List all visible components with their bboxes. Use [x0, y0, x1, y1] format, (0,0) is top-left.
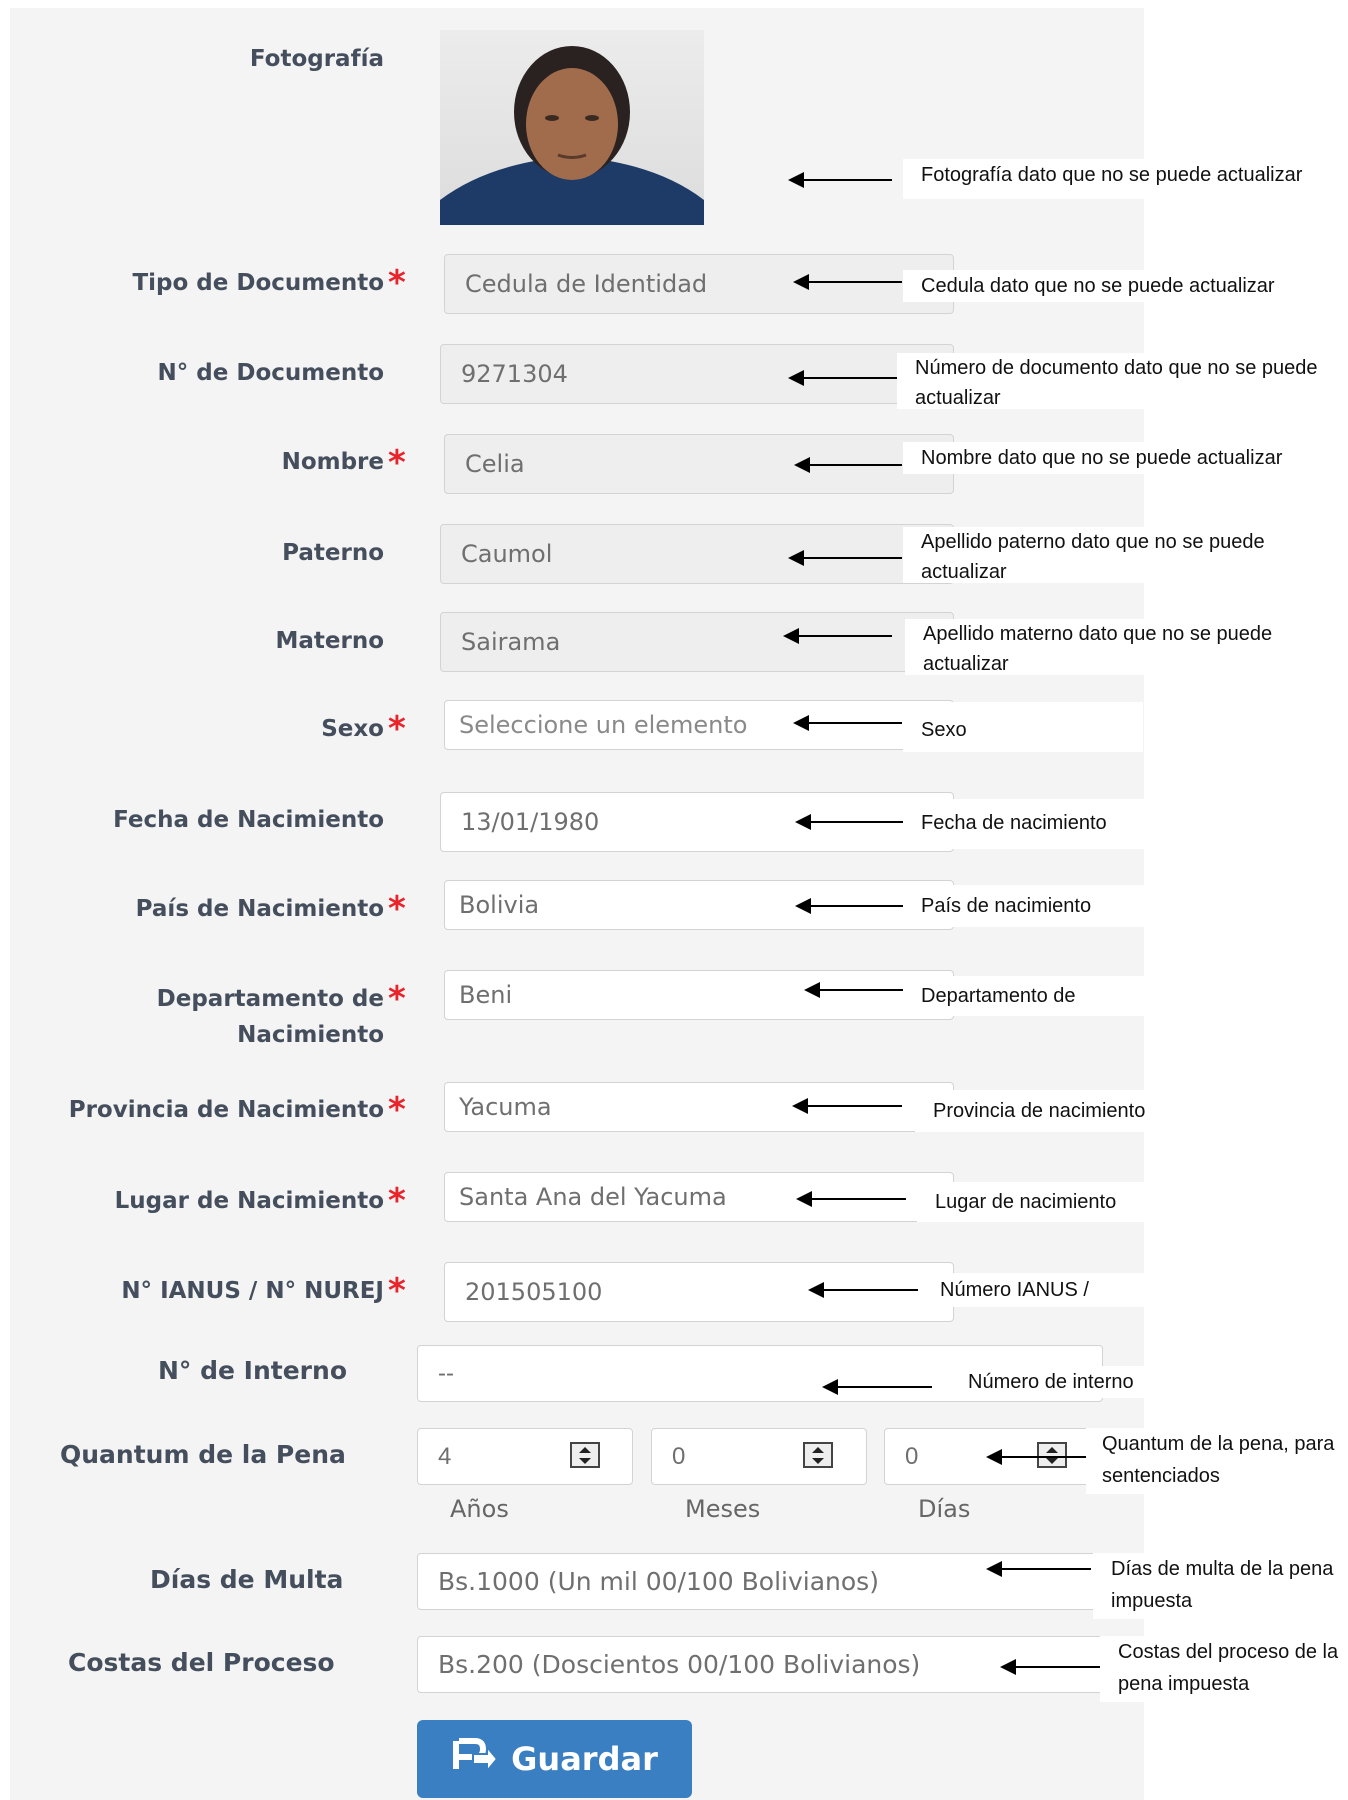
note-dias-multa: Días de multa de la pena impuesta [1093, 1553, 1348, 1619]
save-icon [451, 1738, 499, 1780]
note-lugar-nacimiento: Lugar de nacimiento [917, 1182, 1147, 1222]
required-marker: * [388, 979, 406, 1019]
note-nombre: Nombre dato que no se puede actualizar [903, 442, 1348, 474]
paterno-field: Caumol [440, 524, 954, 584]
label-pais-nacimiento: País de Nacimiento [135, 896, 384, 922]
note-ianus-nurej: Número IANUS / NUREJ [922, 1273, 1146, 1307]
label-sexo: Sexo [321, 716, 384, 742]
months-unit-label: Meses [685, 1495, 761, 1523]
arrow-icon [822, 1379, 932, 1395]
note-provincia-nacimiento: Provincia de nacimiento [915, 1090, 1148, 1132]
note-costas: Costas del proceso de la pena impuesta [1100, 1636, 1348, 1702]
label-nombre: Nombre [281, 449, 384, 475]
label-materno: Materno [275, 628, 384, 654]
label-dias-multa: Días de Multa [150, 1565, 344, 1594]
guardar-button[interactable]: Guardar [417, 1720, 692, 1798]
arrow-icon [788, 172, 892, 188]
arrow-icon [788, 550, 902, 566]
arrow-icon [1000, 1659, 1105, 1675]
label-departamento-nacimiento: Departamento de [156, 986, 384, 1012]
arrow-icon [794, 457, 902, 473]
note-num-documento: Número de documento dato que no se puede… [897, 353, 1348, 409]
label-departamento-nacimiento-2: Nacimiento [237, 1022, 384, 1048]
required-marker: * [388, 1271, 406, 1311]
label-num-documento: N° de Documento [157, 360, 384, 386]
days-unit-label: Días [918, 1495, 971, 1523]
quantum-months-input[interactable]: 0 [651, 1428, 867, 1485]
required-marker: * [388, 709, 406, 749]
note-num-interno: Número de interno [950, 1366, 1150, 1398]
provincia-nacimiento-select[interactable]: Yacuma [444, 1082, 954, 1132]
arrow-icon [986, 1449, 1086, 1465]
guardar-label: Guardar [511, 1740, 658, 1778]
note-sexo: Sexo [903, 702, 1143, 752]
tipo-documento-field: Cedula de Identidad [444, 254, 954, 314]
required-marker: * [388, 263, 406, 303]
arrow-icon [793, 715, 902, 731]
dias-multa-field: Bs.1000 (Un mil 00/100 Bolivianos) [417, 1553, 1107, 1610]
arrow-icon [804, 982, 916, 998]
label-quantum: Quantum de la Pena [60, 1440, 346, 1469]
note-photo: Fotografía dato que no se puede actualiz… [903, 159, 1348, 199]
note-quantum: Quantum de la pena, para sentenciados [1086, 1428, 1348, 1494]
label-lugar-nacimiento: Lugar de Nacimiento [114, 1188, 384, 1214]
quantum-years-input[interactable]: 4 [417, 1428, 633, 1485]
label-tipo-documento: Tipo de Documento [132, 270, 384, 296]
profile-photo [440, 30, 704, 225]
arrow-icon [788, 370, 897, 386]
years-unit-label: Años [450, 1495, 509, 1523]
departamento-nacimiento-select[interactable]: Beni [444, 970, 954, 1020]
label-fecha-nacimiento: Fecha de Nacimiento [113, 807, 384, 833]
note-departamento-nacimiento: Departamento de nacimiento [903, 976, 1145, 1016]
label-costas: Costas del Proceso [68, 1648, 335, 1677]
label-paterno: Paterno [282, 540, 384, 566]
sexo-select[interactable]: Seleccione un elemento [444, 700, 954, 750]
note-tipo-documento: Cedula dato que no se puede actualizar [903, 270, 1348, 302]
arrow-icon [986, 1561, 1091, 1577]
num-documento-field: 9271304 [440, 344, 954, 404]
materno-field: Sairama [440, 612, 954, 672]
ianus-nurej-input[interactable]: 201505100 [444, 1262, 954, 1322]
required-marker: * [388, 443, 406, 483]
note-paterno: Apellido paterno dato que no se puede ac… [903, 527, 1348, 583]
days-stepper-icon[interactable] [1037, 1442, 1067, 1468]
label-ianus-nurej: N° IANUS / N° NUREJ [121, 1278, 384, 1304]
months-stepper-icon[interactable] [803, 1442, 833, 1468]
note-pais-nacimiento: País de nacimiento [903, 885, 1145, 927]
arrow-icon [795, 898, 905, 914]
arrow-icon [793, 274, 902, 290]
required-marker: * [388, 889, 406, 929]
lugar-nacimiento-input[interactable]: Santa Ana del Yacuma [444, 1172, 954, 1222]
arrow-icon [795, 814, 905, 830]
required-marker: * [388, 1090, 406, 1130]
years-stepper-icon[interactable] [570, 1442, 600, 1468]
label-num-interno: N° de Interno [158, 1356, 347, 1385]
label-provincia-nacimiento: Provincia de Nacimiento [68, 1097, 384, 1123]
note-materno: Apellido materno dato que no se puede ac… [905, 619, 1348, 675]
required-marker: * [388, 1181, 406, 1221]
arrow-icon [792, 1098, 902, 1114]
note-fecha-nacimiento: Fecha de nacimiento [903, 799, 1145, 849]
photo-label: Fotografía [249, 46, 384, 72]
arrow-icon [783, 628, 892, 644]
arrow-icon [796, 1191, 906, 1207]
arrow-icon [808, 1282, 918, 1298]
